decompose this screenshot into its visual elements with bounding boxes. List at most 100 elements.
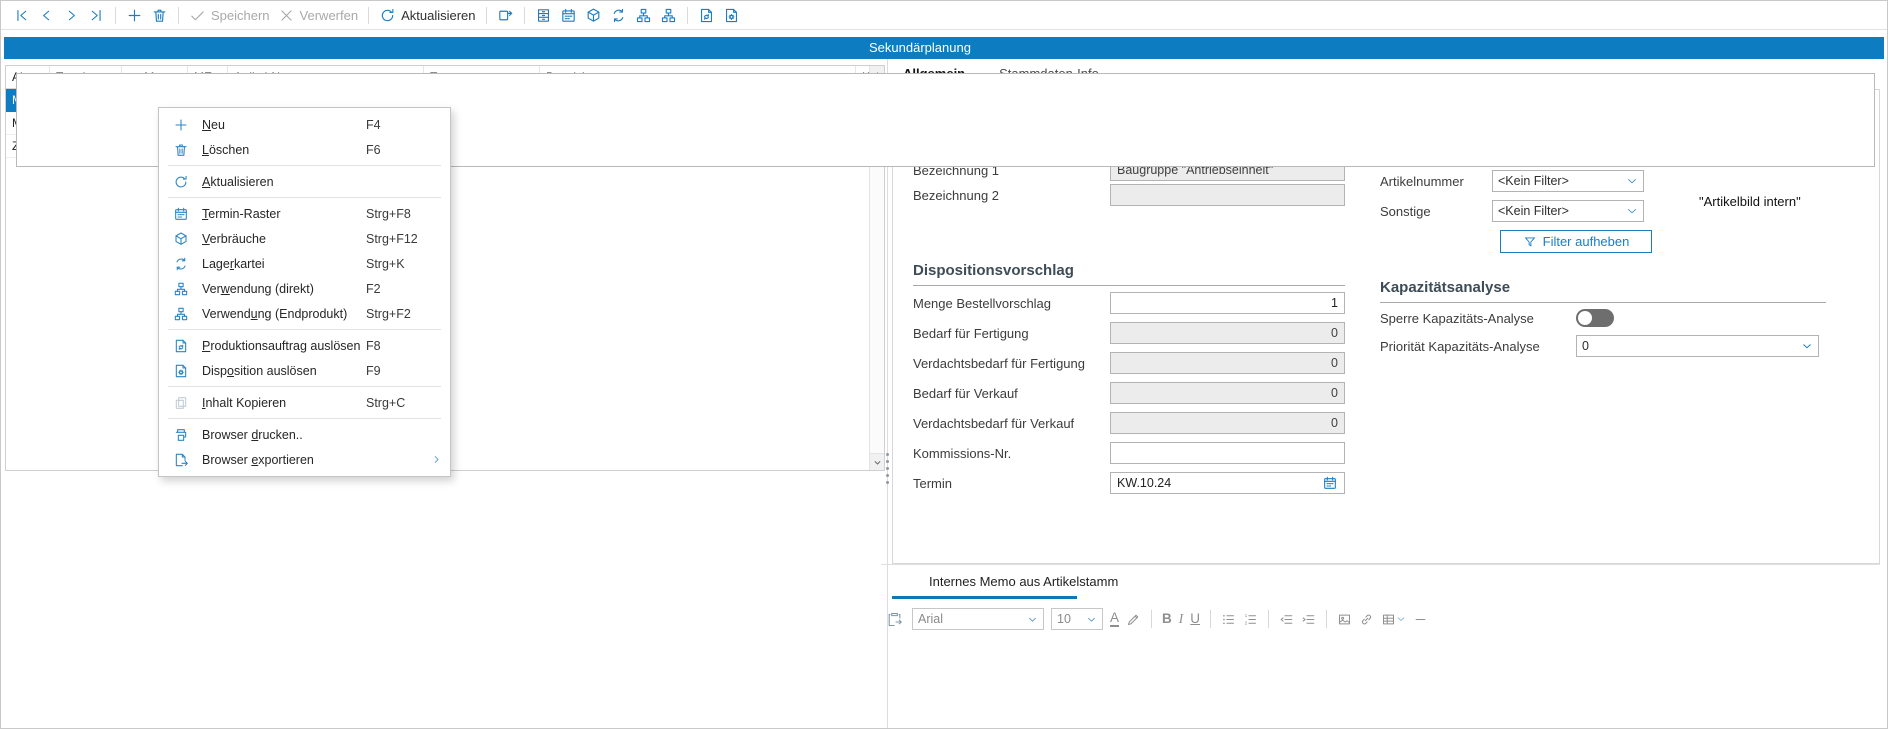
toolbar-separator [687,7,688,24]
lager-sync-button[interactable] [606,5,631,26]
menu-item-label: Löschen [202,143,366,157]
image-button[interactable] [1337,612,1352,627]
context-menu: NeuF4LöschenF6 Aktualisieren Termin-Raster… [158,107,451,477]
minus-icon [1413,612,1428,627]
field-label: Bezeichnung 2 [913,188,1110,203]
underline-button[interactable]: U [1190,612,1200,626]
menu-item-shortcut: Strg+K [366,257,428,271]
toolbar-separator [178,7,179,24]
menu-item-shortcut: F8 [366,339,428,353]
refresh-button[interactable]: Aktualisieren [375,5,479,26]
memo-section: Internes Memo aus Artikelstamm Arial 10 … [881,564,1880,729]
verwendung-endprodukt-button[interactable] [656,5,681,26]
last-record-button[interactable] [84,5,109,26]
org-icon [635,7,652,24]
termin-raster-button[interactable] [556,5,581,26]
menu-item-label: Verwendung (Endprodukt) [202,307,366,321]
menu-item-produktionsauftrag-ausloesen[interactable]: Produktionsauftrag auslösenF8 [159,333,450,358]
menu-item-termin-raster[interactable]: Termin-RasterStrg+F8 [159,201,450,226]
disposition-button[interactable] [719,5,744,26]
termin-field[interactable]: KW.10.24 [1110,472,1345,494]
delete-button[interactable] [147,5,172,26]
table-insert-icon [1381,612,1396,627]
nav-last-icon [88,7,105,24]
menu-item-verbraeuche[interactable]: VerbräucheStrg+F12 [159,226,450,251]
toolbar-separator [115,7,116,24]
menu-item-browser-drucken[interactable]: Browser drucken.. [159,422,450,447]
discard-button[interactable]: Verwerfen [274,5,363,26]
window-switch-icon [497,7,514,24]
cube-icon [171,231,190,247]
menge-bestellvorschlag-field[interactable]: 1 [1110,292,1345,314]
menu-item-shortcut: F4 [366,118,428,132]
save-label: Speichern [211,8,270,23]
font-color-button[interactable]: A [1110,611,1119,628]
form-row: Bezeichnung 2 [913,184,1345,206]
indent-button[interactable] [1301,612,1316,627]
menu-item-disposition-ausloesen[interactable]: Disposition auslösenF9 [159,358,450,383]
produktionsauftrag-button[interactable] [694,5,719,26]
chevron-down-icon [1027,614,1038,625]
memo-tab[interactable]: Internes Memo aus Artikelstamm [929,574,1118,589]
sperre-kapazitaets-analyse-toggle[interactable] [1576,309,1614,327]
menu-item-label: Inhalt Kopieren [202,396,366,410]
link-button[interactable] [1359,612,1374,627]
menu-item-label: Lagerkartei [202,257,366,271]
prev-record-button[interactable] [34,5,59,26]
kommissions-nr--field[interactable] [1110,442,1345,464]
filter-aufheben-button[interactable]: Filter aufheben [1500,230,1652,253]
prioritaet-kapazitaets-analyse-label: Priorität Kapazitäts-Analyse [1380,339,1576,354]
menu-item-neu[interactable]: NeuF4 [159,112,450,137]
prioritaet-kapazitaets-analyse-select[interactable]: 0 [1576,335,1819,357]
minus-button[interactable] [1413,612,1428,627]
font-family-select[interactable]: Arial [912,608,1044,630]
highlight-button[interactable] [1126,612,1141,627]
artikelnummer-filter-select[interactable]: <Kein Filter> [1492,170,1644,192]
paste-doc-icon[interactable] [886,611,903,628]
calendar-icon [171,206,190,222]
bullet-list-button[interactable] [1221,612,1236,627]
memo-richtext-toolbar: Arial 10 A BIU 12 [886,605,1870,633]
font-size-select[interactable]: 10 [1051,608,1103,630]
verwendung-direkt-button[interactable] [631,5,656,26]
menu-item-label: Aktualisieren [202,175,366,189]
sonstige-filter-select[interactable]: <Kein Filter> [1492,200,1644,222]
save-button[interactable]: Speichern [185,5,274,26]
bold-button[interactable]: B [1162,612,1172,626]
panel-titlebar: Sekundärplanung [4,37,1884,59]
main-toolbar: Speichern Verwerfen Aktualisieren [1,1,1887,30]
org-icon [171,306,190,322]
first-record-button[interactable] [9,5,34,26]
bedarf-f-r-fertigung-field[interactable]: 0 [1110,322,1345,344]
menu-item-verwendung-direkt[interactable]: Verwendung (direkt)F2 [159,276,450,301]
table-insert-button[interactable] [1381,612,1406,627]
window-switch-button[interactable] [493,5,518,26]
italic-button[interactable]: I [1179,612,1184,626]
verdachtsbedarf-f-r-verkauf-field[interactable]: 0 [1110,412,1345,434]
xmark-icon [278,7,295,24]
plus-icon [126,7,143,24]
panel-title: Sekundärplanung [869,40,971,55]
numbered-list-button[interactable]: 12 [1243,612,1258,627]
menu-item-aktualisieren[interactable]: Aktualisieren [159,169,450,194]
bedarf-f-r-verkauf-field[interactable]: 0 [1110,382,1345,404]
lagerkartei-button[interactable] [531,5,556,26]
menu-item-lagerkartei[interactable]: LagerkarteiStrg+K [159,251,450,276]
bezeichnung-2-field[interactable] [1110,184,1345,206]
printer-icon [171,427,190,443]
plus-icon [171,117,190,133]
indent-icon [1301,612,1316,627]
verbraeuche-button[interactable] [581,5,606,26]
menu-item-loeschen[interactable]: LöschenF6 [159,137,450,162]
menu-item-browser-exportieren[interactable]: Browser exportieren [159,447,450,472]
menu-item-verwendung-endprodukt[interactable]: Verwendung (Endprodukt)Strg+F2 [159,301,450,326]
verdachtsbedarf-f-r-fertigung-field[interactable]: 0 [1110,352,1345,374]
next-record-button[interactable] [59,5,84,26]
menu-item-inhalt-kopieren[interactable]: Inhalt KopierenStrg+C [159,390,450,415]
field-label: Bedarf für Verkauf [913,386,1110,401]
outdent-button[interactable] [1279,612,1294,627]
new-button[interactable] [122,5,147,26]
chevron-down-icon [1626,205,1638,217]
toolbar-separator [524,7,525,24]
form-row: Verdachtsbedarf für Verkauf0 [913,412,1345,434]
